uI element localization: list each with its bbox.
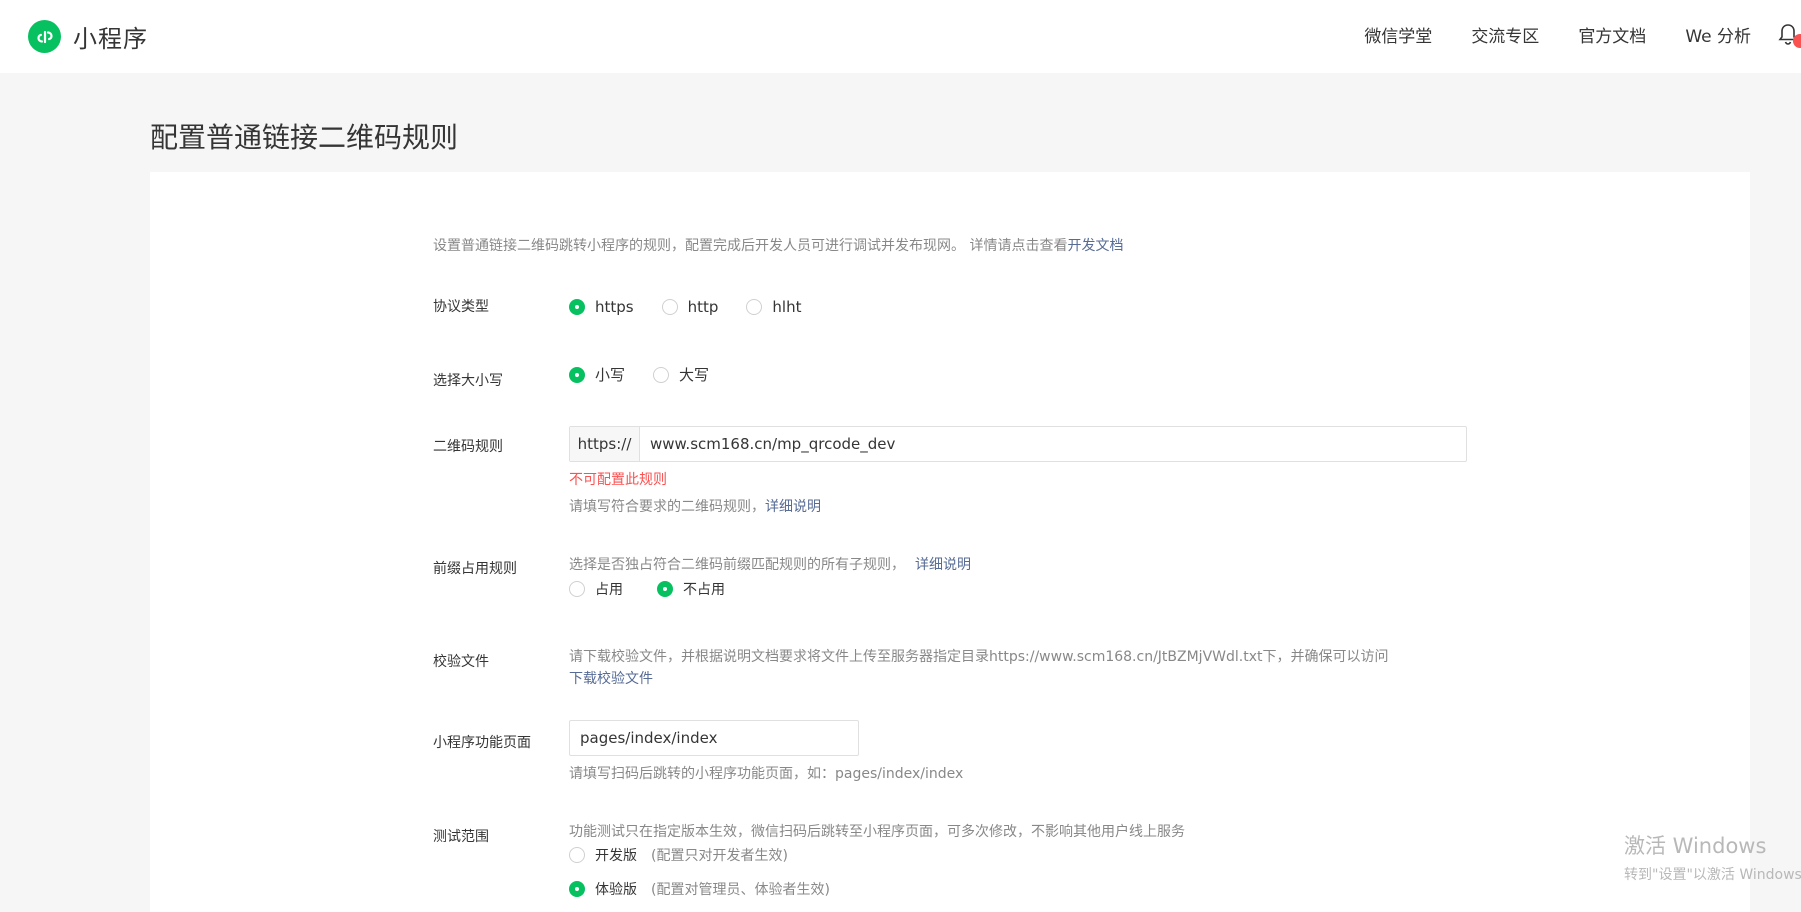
brand[interactable]: 小程序 [28, 19, 148, 54]
prefix-rule-hint: 选择是否独占符合二维码前缀匹配规则的所有子规则， 详细说明 [569, 554, 971, 574]
notification-bell-icon[interactable] [1777, 22, 1801, 48]
radio-label: 大写 [679, 366, 710, 384]
radio-scope-dev[interactable]: 开发版 (配置只对开发者生效) [569, 845, 788, 865]
radio-label: 不占用 [683, 582, 725, 598]
nav-item-we-analytics[interactable]: We 分析 [1685, 22, 1751, 47]
test-scope-label: 测试范围 [433, 829, 489, 845]
nav-item-community[interactable]: 交流专区 [1471, 22, 1539, 47]
radio-label: 小写 [595, 366, 626, 384]
watermark-title: 激活 Windows [1624, 834, 1767, 858]
radio-checked-icon [569, 881, 585, 897]
radio-prefix-not-occupy[interactable]: 不占用 [657, 579, 725, 599]
radio-label: 体验版 [595, 882, 637, 898]
page-title: 配置普通链接二维码规则 [150, 121, 459, 154]
radio-label: http [687, 298, 719, 316]
qrcode-rule-input-group: https:// [569, 426, 1467, 462]
top-navigation-bar: 小程序 微信学堂 交流专区 官方文档 We 分析 [0, 0, 1801, 73]
page-path-hint: 请填写扫码后跳转的小程序功能页面，如：pages/index/index [569, 766, 964, 782]
qrcode-rule-error: 不可配置此规则 [569, 472, 667, 488]
verify-file-label: 校验文件 [433, 654, 489, 670]
download-verify-file-link[interactable]: 下载校验文件 [569, 671, 653, 687]
radio-checked-icon [569, 299, 585, 315]
radio-prefix-occupy[interactable]: 占用 [569, 579, 623, 599]
nav-item-official-docs[interactable]: 官方文档 [1578, 22, 1646, 47]
radio-protocol-hlht[interactable]: hlht [746, 298, 801, 316]
radio-label: https [595, 298, 634, 316]
radio-case-upper[interactable]: 大写 [653, 364, 709, 385]
radio-label: 开发版 [595, 848, 637, 864]
radio-label: 占用 [595, 582, 623, 598]
nav-item-wechat-academy[interactable]: 微信学堂 [1364, 22, 1432, 47]
radio-unchecked-icon [653, 366, 670, 383]
radio-unchecked-icon [569, 581, 585, 597]
radio-checked-icon [569, 366, 585, 383]
radio-case-lower[interactable]: 小写 [569, 364, 625, 385]
watermark-subtitle: 转到"设置"以激活 Windows。 [1624, 867, 1801, 883]
mini-program-logo-icon [28, 20, 61, 53]
case-radio-group: 小写 大写 [569, 364, 737, 385]
prefix-rule-radio-group: 占用 不占用 [569, 579, 753, 599]
qrcode-rule-detail-link[interactable]: 详细说明 [765, 499, 821, 515]
prefix-rule-label: 前缀占用规则 [433, 561, 517, 577]
windows-activation-watermark: 激活 Windows 转到"设置"以激活 Windows。 [1624, 830, 1801, 884]
case-label: 选择大小写 [433, 373, 503, 389]
notification-badge [1793, 34, 1801, 48]
radio-note: (配置对管理员、体验者生效) [651, 882, 830, 898]
radio-scope-trial[interactable]: 体验版 (配置对管理员、体验者生效) [569, 879, 830, 899]
protocol-radio-group: https http hlht [569, 298, 829, 316]
hint-text: 请填写符合要求的二维码规则， [569, 499, 765, 515]
protocol-label: 协议类型 [433, 299, 489, 315]
hint-text: 选择是否独占符合二维码前缀匹配规则的所有子规则， [569, 557, 905, 573]
brand-name: 小程序 [73, 25, 148, 53]
prefix-rule-detail-link[interactable]: 详细说明 [915, 557, 971, 573]
top-nav: 微信学堂 交流专区 官方文档 We 分析 [1364, 22, 1751, 47]
radio-unchecked-icon [569, 847, 585, 863]
form-card [150, 172, 1750, 912]
download-verify-file-link-wrap: 下载校验文件 [569, 668, 653, 688]
radio-label: hlht [772, 298, 802, 316]
protocol-prefix: https:// [570, 427, 640, 461]
qrcode-rule-label: 二维码规则 [433, 439, 503, 455]
intro-text: 设置普通链接二维码跳转小程序的规则，配置完成后开发人员可进行调试并发布现网。 详… [433, 235, 1123, 255]
radio-protocol-https[interactable]: https [569, 298, 634, 316]
qrcode-rule-hint: 请填写符合要求的二维码规则，详细说明 [569, 496, 821, 516]
test-scope-radio-dev: 开发版 (配置只对开发者生效) [569, 845, 788, 865]
qrcode-rule-input[interactable] [640, 427, 1466, 461]
radio-note: (配置只对开发者生效) [651, 848, 788, 864]
test-scope-hint: 功能测试只在指定版本生效，微信扫码后跳转至小程序页面，可多次修改，不影响其他用户… [569, 824, 1185, 840]
test-scope-radio-trial: 体验版 (配置对管理员、体验者生效) [569, 879, 830, 899]
verify-file-hint: 请下载校验文件，并根据说明文档要求将文件上传至服务器指定目录https://ww… [569, 649, 1389, 665]
page-path-label: 小程序功能页面 [433, 735, 531, 751]
radio-unchecked-icon [746, 299, 763, 315]
intro-description: 设置普通链接二维码跳转小程序的规则，配置完成后开发人员可进行调试并发布现网。 详… [433, 238, 1068, 254]
dev-docs-link[interactable]: 开发文档 [1067, 238, 1123, 254]
page-path-input[interactable] [569, 720, 859, 756]
radio-protocol-http[interactable]: http [661, 298, 719, 316]
radio-checked-icon [657, 581, 673, 597]
radio-unchecked-icon [661, 299, 678, 315]
